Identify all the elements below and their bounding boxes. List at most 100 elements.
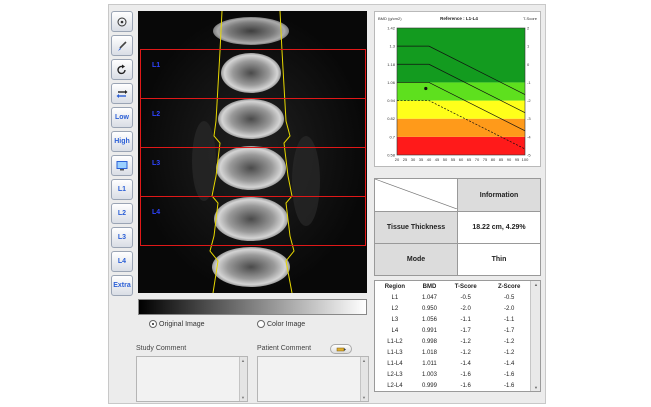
y-tick-label: 1.3 [389, 44, 395, 49]
table-row[interactable]: L2-L4 0.999 -1.6 -1.6 [375, 380, 531, 391]
table-cell: L4 [391, 327, 399, 334]
scroll-up-icon[interactable]: ▲ [534, 282, 538, 287]
table-row[interactable]: L1-L4 1.011 -1.4 -1.4 [375, 358, 531, 369]
y-axis-label: BMD (g/cm2) [378, 16, 402, 21]
y2-tick-label: -3 [527, 116, 531, 121]
results-scrollbar[interactable]: ▲ ▼ [530, 281, 540, 391]
extra-button[interactable]: Extra [111, 275, 133, 296]
results-table: Region BMD T-Score Z-Score L1 1.047 -0.5 -0.5 L… [375, 281, 531, 391]
roi-box-l1[interactable]: L1 [140, 49, 366, 99]
y-tick-label: 0.7 [389, 134, 395, 139]
table-cell: -1.1 [503, 316, 515, 323]
study-comment-textarea[interactable] [136, 356, 248, 402]
color-image-label: Color Image [267, 320, 306, 328]
pencil-icon [336, 347, 346, 351]
x-tick-label: 95 [515, 157, 520, 162]
patient-comment-label: Patient Comment [257, 345, 312, 352]
x-tick-label: 30 [411, 157, 416, 162]
column-header[interactable]: BMD [415, 281, 444, 292]
results-table-panel[interactable]: Region BMD T-Score Z-Score L1 1.047 -0.5 -0.5 L… [374, 280, 541, 392]
table-row[interactable]: L2 0.950 -2.0 -2.0 [375, 303, 531, 314]
l4-button[interactable]: L4 [111, 251, 133, 272]
patient-comment-textarea[interactable] [257, 356, 369, 402]
column-header[interactable]: Z-Score [487, 281, 531, 292]
table-row[interactable]: L1 1.047 -0.5 -0.5 [375, 292, 531, 303]
information-table: Information Tissue Thickness 18.22 cm, 4… [374, 178, 541, 276]
y-tick-label: 0.82 [387, 116, 396, 121]
l1-button[interactable]: L1 [111, 179, 133, 200]
roi-box-l3[interactable]: L3 [140, 147, 366, 197]
tissue-thickness-value: 18.22 cm, 4.29% [457, 211, 541, 244]
y-tick-label: 0.94 [387, 98, 396, 103]
table-cell: -1.2 [503, 338, 515, 345]
patient-point [424, 86, 428, 91]
y2-tick-label: 1 [527, 44, 530, 49]
table-cell: L2 [391, 305, 399, 312]
rotate-icon [116, 64, 128, 76]
table-cell: L1-L3 [387, 349, 403, 356]
l2-button[interactable]: L2 [111, 203, 133, 224]
table-cell: -1.6 [460, 382, 471, 389]
tool-label: Low [115, 114, 129, 121]
table-cell: 0.950 [421, 305, 437, 312]
table-cell: 1.056 [421, 316, 437, 323]
tool-label: L3 [117, 234, 127, 241]
x-tick-label: 100 [522, 157, 529, 162]
crosshair-icon [116, 16, 128, 28]
table-cell: L2-L3 [387, 371, 403, 378]
original-image-radio[interactable]: Original Image [149, 320, 205, 328]
grayscale-bar[interactable] [138, 299, 367, 315]
table-row[interactable]: L3 1.056 -1.1 -1.1 [375, 314, 531, 325]
x-tick-label: 60 [459, 157, 464, 162]
edit-comment-button[interactable] [330, 344, 352, 354]
table-cell: L1 [391, 294, 399, 301]
crosshair-tool-button[interactable] [111, 11, 133, 32]
table-row[interactable]: L1-L2 0.998 -1.2 -1.2 [375, 336, 531, 347]
brush-tool-button[interactable] [111, 35, 133, 56]
roi-box-l2[interactable]: L2 [140, 98, 366, 148]
monitor-icon [116, 160, 128, 172]
table-cell: L2-L4 [387, 382, 403, 389]
column-header[interactable]: Region [375, 281, 415, 292]
diagonal-header-cell [374, 178, 458, 212]
table-cell: -1.4 [460, 360, 471, 367]
y2-tick-label: 2 [527, 26, 530, 31]
tissue-thickness-label: Tissue Thickness [374, 211, 458, 244]
table-cell: -2.0 [503, 305, 515, 312]
scrollbar[interactable] [239, 357, 247, 401]
l3-button[interactable]: L3 [111, 227, 133, 248]
monitor-button[interactable] [111, 155, 133, 176]
high-button[interactable]: High [111, 131, 133, 152]
table-row[interactable]: L2-L3 1.003 -1.6 -1.6 [375, 369, 531, 380]
table-cell: L1-L4 [387, 360, 403, 367]
study-comment-label: Study Comment [136, 345, 187, 352]
x-tick-label: 40 [427, 157, 432, 162]
spine-scan-image[interactable]: L1 L2 L3 L4 [138, 11, 367, 293]
tool-label: L2 [117, 210, 127, 217]
table-cell: L3 [391, 316, 399, 323]
reference-band [397, 28, 525, 83]
rotate-tool-button[interactable] [111, 59, 133, 80]
scroll-down-icon[interactable]: ▼ [534, 385, 538, 390]
table-cell: -1.7 [460, 327, 471, 334]
table-cell: -1.6 [503, 371, 515, 378]
flip-tool-button[interactable] [111, 83, 133, 104]
table-row[interactable]: L1-L3 1.018 -1.2 -1.2 [375, 347, 531, 358]
table-cell: L1-L2 [387, 338, 403, 345]
table-cell: 0.999 [421, 382, 437, 389]
reference-chart: 0.580.70.820.941.061.181.31.42-5-4-3-2-1… [378, 16, 538, 162]
column-header[interactable]: T-Score [444, 281, 487, 292]
y2-tick-label: -2 [527, 98, 531, 103]
low-button[interactable]: Low [111, 107, 133, 128]
roi-box-l4[interactable]: L4 [140, 196, 366, 246]
table-row[interactable]: L4 0.991 -1.7 -1.7 [375, 325, 531, 336]
color-image-radio[interactable]: Color Image [257, 320, 305, 328]
tool-label: High [114, 138, 130, 145]
table-cell: -1.7 [503, 327, 515, 334]
table-cell: -1.4 [503, 360, 515, 367]
table-cell: -0.5 [460, 294, 471, 301]
scrollbar[interactable] [360, 357, 368, 401]
table-cell: 1.018 [421, 349, 437, 356]
y2-tick-label: -4 [527, 134, 531, 139]
y2-tick-label: -1 [527, 80, 531, 85]
